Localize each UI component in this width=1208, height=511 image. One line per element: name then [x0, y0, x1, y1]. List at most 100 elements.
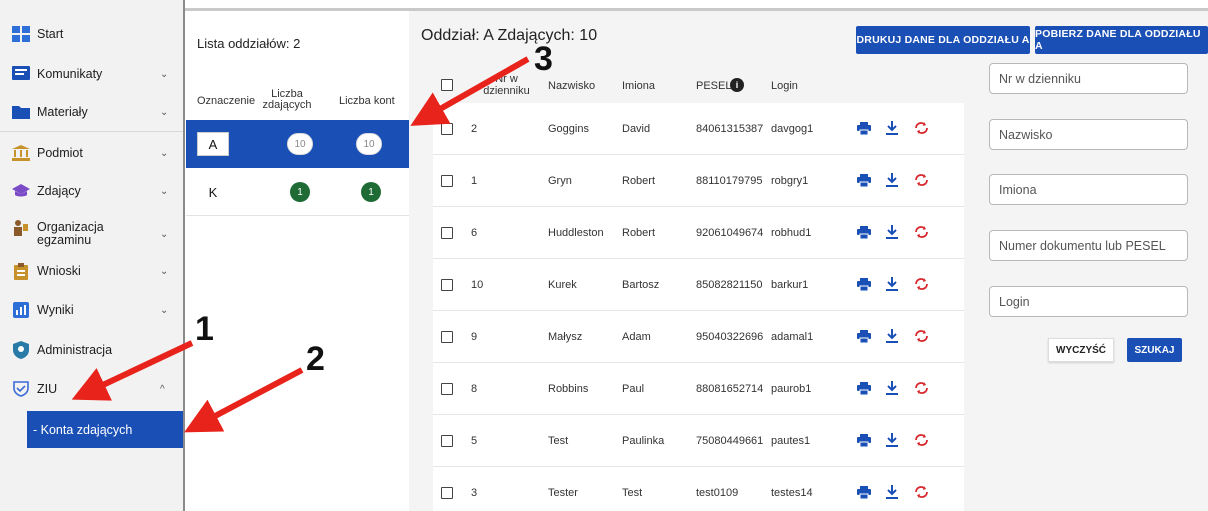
table-row[interactable]: 2 Goggins David 84061315387 davgog1: [433, 103, 964, 155]
print-icon[interactable]: [856, 224, 872, 240]
reset-icon[interactable]: [913, 484, 929, 500]
column-header-login[interactable]: Login: [771, 80, 798, 92]
cell-nr: 1: [471, 175, 478, 187]
download-icon[interactable]: [884, 328, 900, 344]
reset-icon[interactable]: [913, 120, 929, 136]
cell-surname: Robbins: [548, 383, 589, 395]
download-icon[interactable]: [884, 432, 900, 448]
login-filter-input[interactable]: Login: [989, 286, 1188, 317]
select-all-checkbox[interactable]: [441, 79, 453, 91]
download-group-button[interactable]: POBIERZ DANE DLA ODDZIAŁU A: [1035, 26, 1208, 54]
row-checkbox[interactable]: [441, 331, 453, 343]
presenter-icon: [12, 219, 30, 237]
account-count-badge: 10: [356, 133, 382, 155]
download-icon[interactable]: [884, 380, 900, 396]
row-checkbox[interactable]: [441, 279, 453, 291]
row-checkbox[interactable]: [441, 123, 453, 135]
bar-chart-icon: [12, 301, 30, 319]
info-icon[interactable]: i: [730, 78, 744, 92]
cell-names: Paulinka: [622, 435, 665, 447]
reset-icon[interactable]: [913, 276, 929, 292]
download-icon[interactable]: [884, 484, 900, 500]
reset-icon[interactable]: [913, 380, 929, 396]
cell-nr: 2: [471, 123, 478, 135]
chevron-down-icon: ⌄: [160, 185, 169, 197]
row-checkbox[interactable]: [441, 435, 453, 447]
surname-filter-input[interactable]: Nazwisko: [989, 119, 1188, 150]
sidebar-subitem-konta-zdajacych[interactable]: - Konta zdających: [27, 411, 183, 448]
groups-header-code: Oznaczenie: [197, 95, 256, 107]
sidebar-item-zdajacy[interactable]: Zdający ⌄: [0, 172, 185, 210]
annotation-number-2: 2: [306, 340, 325, 378]
clear-button[interactable]: WYCZYŚĆ: [1048, 338, 1114, 362]
download-icon[interactable]: [884, 172, 900, 188]
chevron-down-icon: ⌄: [160, 304, 169, 316]
print-icon[interactable]: [856, 172, 872, 188]
sidebar-item-start[interactable]: Start: [0, 15, 185, 53]
message-icon: [12, 65, 30, 83]
cell-login: barkur1: [771, 279, 809, 291]
print-icon[interactable]: [856, 432, 872, 448]
print-icon[interactable]: [856, 380, 872, 396]
cell-login: adamal1: [771, 331, 814, 343]
reset-icon[interactable]: [913, 224, 929, 240]
sidebar-item-materialy[interactable]: Materiały ⌄: [0, 93, 185, 131]
sidebar-item-podmiot[interactable]: Podmiot ⌄: [0, 134, 185, 172]
names-filter-input[interactable]: Imiona: [989, 174, 1188, 205]
cell-names: Bartosz: [622, 279, 660, 291]
group-row[interactable]: K 1 1: [186, 168, 409, 216]
cell-pesel: 75080449661: [696, 435, 764, 447]
print-icon[interactable]: [856, 328, 872, 344]
reset-icon[interactable]: [913, 328, 929, 344]
student-count-badge: 10: [287, 133, 313, 155]
table-row[interactable]: 10 Kurek Bartosz 85082821150 barkur1: [433, 259, 964, 311]
reset-icon[interactable]: [913, 172, 929, 188]
print-icon[interactable]: [856, 484, 872, 500]
table-row[interactable]: 6 Huddleston Robert 92061049674 robhud1: [433, 207, 964, 259]
sidebar-item-organizacja-egzaminu[interactable]: Organizacja egzaminu ⌄: [0, 215, 185, 253]
row-checkbox[interactable]: [441, 227, 453, 239]
page-title: Oddział: A Zdających: 10: [421, 27, 598, 44]
column-header-nr[interactable]: Nr w dzienniku: [479, 73, 534, 97]
cell-login: robgry1: [771, 175, 809, 187]
group-code: A: [197, 132, 229, 156]
table-row[interactable]: 3 Tester Test test0109 testes14: [433, 467, 964, 511]
sidebar-item-administracja[interactable]: Administracja: [0, 331, 185, 369]
nr-filter-input[interactable]: Nr w dzienniku: [989, 63, 1188, 94]
cell-pesel: 88081652714: [696, 383, 764, 395]
row-checkbox[interactable]: [441, 175, 453, 187]
download-icon[interactable]: [884, 276, 900, 292]
document-filter-input[interactable]: Numer dokumentu lub PESEL: [989, 230, 1188, 261]
sidebar-item-wnioski[interactable]: Wnioski ⌄: [0, 252, 185, 290]
column-header-surname[interactable]: Nazwisko: [548, 80, 595, 92]
sidebar-item-wyniki[interactable]: Wyniki ⌄: [0, 291, 185, 329]
cell-names: Robert: [622, 175, 656, 187]
cell-surname: Tester: [548, 487, 578, 499]
reset-icon[interactable]: [913, 432, 929, 448]
chevron-down-icon: ⌄: [160, 106, 169, 118]
row-checkbox[interactable]: [441, 487, 453, 499]
sidebar-item-komunikaty[interactable]: Komunikaty ⌄: [0, 55, 185, 93]
print-icon[interactable]: [856, 120, 872, 136]
sidebar-item-ziu[interactable]: ZIU ^: [0, 370, 185, 408]
table-row[interactable]: 5 Test Paulinka 75080449661 pautes1: [433, 415, 964, 467]
print-icon[interactable]: [856, 276, 872, 292]
download-icon[interactable]: [884, 224, 900, 240]
row-checkbox[interactable]: [441, 383, 453, 395]
table-row[interactable]: 1 Gryn Robert 88110179795 robgry1: [433, 155, 964, 207]
cell-pesel: 85082821150: [696, 279, 763, 291]
cell-nr: 9: [471, 331, 478, 343]
print-group-button[interactable]: DRUKUJ DANE DLA ODDZIAŁU A: [856, 26, 1030, 54]
search-button[interactable]: SZUKAJ: [1127, 338, 1182, 362]
column-header-names[interactable]: Imiona: [622, 80, 655, 92]
cell-pesel: 88110179795: [696, 175, 763, 187]
column-header-pesel[interactable]: PESEL: [696, 80, 731, 92]
group-row[interactable]: A 10 10: [186, 120, 409, 168]
groups-header-accounts: Liczba kont: [339, 95, 395, 107]
chevron-down-icon: ⌄: [160, 147, 169, 159]
table-row[interactable]: 8 Robbins Paul 88081652714 paurob1: [433, 363, 964, 415]
cell-login: robhud1: [771, 227, 812, 239]
cell-login: pautes1: [771, 435, 811, 447]
download-icon[interactable]: [884, 120, 900, 136]
table-row[interactable]: 9 Małysz Adam 95040322696 adamal1: [433, 311, 964, 363]
